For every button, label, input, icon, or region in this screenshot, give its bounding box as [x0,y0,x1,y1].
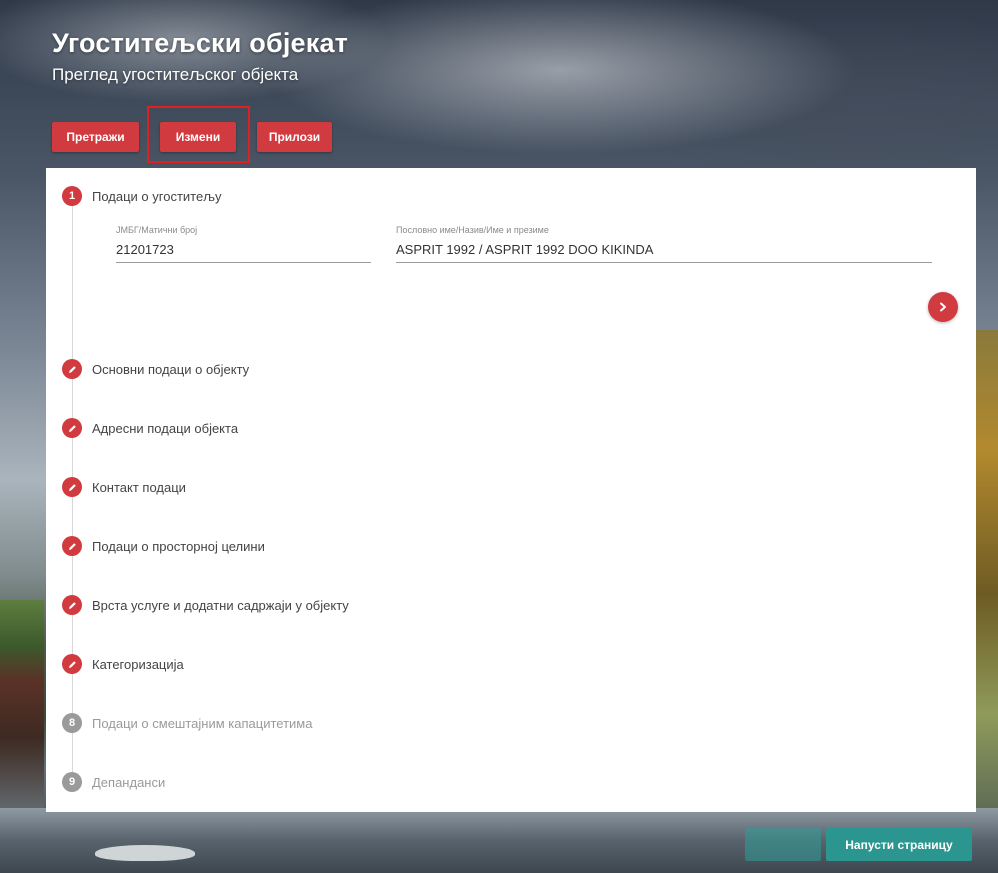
step-label: Категоризација [92,656,184,672]
background-boat [95,845,195,861]
secondary-footer-button[interactable] [745,828,821,861]
step-label: Подаци о смештајним капацитетима [92,715,313,731]
edit-icon [62,418,82,438]
step-2[interactable]: Основни подаци о објекту [62,359,249,379]
step-8: 8 Подаци о смештајним капацитетима [62,713,312,733]
step-label: Депанданси [92,774,166,790]
chevron-right-icon [940,302,946,312]
search-button[interactable]: Претражи [52,122,139,152]
step-label: Подаци о угоститељу [92,188,222,204]
step-1[interactable]: 1 Подаци о угоститељу [62,186,222,206]
step-6[interactable]: Врста услуге и додатни садржаји у објект… [62,595,349,615]
step-label: Врста услуге и додатни садржаји у објект… [92,597,349,613]
edit-icon [62,359,82,379]
step-number-badge: 8 [62,713,82,733]
background-trees [976,330,998,810]
jmbg-label: ЈМБГ/Матични број [116,225,198,235]
step-9: 9 Депанданси [62,772,165,792]
step-5[interactable]: Подаци о просторној целини [62,536,265,556]
background-house [0,600,44,830]
page-title: Угоститељски објекат [52,28,349,58]
edit-icon [62,477,82,497]
step-label: Адресни подаци објекта [92,420,239,436]
edit-icon [62,536,82,556]
edit-icon [62,595,82,615]
step-number-badge: 1 [62,186,82,206]
page-subtitle: Преглед угоститељског објекта [52,65,299,84]
page-header: Угоститељски објекат Преглед угоститељск… [52,28,348,85]
next-step-button[interactable] [928,292,958,322]
edit-icon [62,654,82,674]
step-3[interactable]: Адресни подаци објекта [62,418,238,438]
step-number-badge: 9 [62,772,82,792]
step-label: Подаци о просторној целини [92,538,265,554]
business-name-label: Пословно име/Назив/Име и презиме [396,225,549,235]
edit-button-highlight [147,106,250,163]
business-name-field[interactable]: ASPRIT 1992 / ASPRIT 1992 DOO KIKINDA [396,242,932,263]
jmbg-field[interactable]: 21201723 [116,242,371,263]
step-4[interactable]: Контакт подаци [62,477,186,497]
attachments-button[interactable]: Прилози [257,122,332,152]
step-label: Контакт подаци [92,479,186,495]
leave-page-button[interactable]: Напусти страницу [826,828,972,861]
wizard-card: 1 Подаци о угоститељу ЈМБГ/Матични број … [46,168,976,812]
step-label: Основни подаци о објекту [92,361,250,377]
step-7[interactable]: Категоризација [62,654,184,674]
